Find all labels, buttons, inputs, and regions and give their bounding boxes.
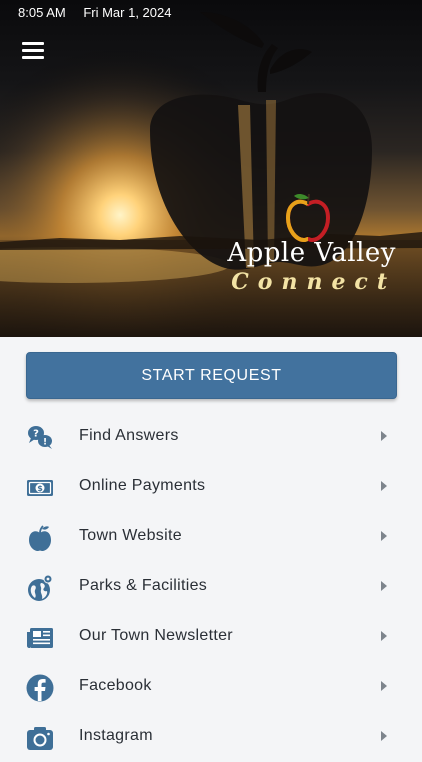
brand-line-2: Connect [231,269,396,295]
menu-item-label: Facebook [79,677,152,694]
menu-item-find-answers[interactable]: ? ! Find Answers [0,412,422,462]
menu-item-instagram[interactable]: Instagram [0,712,422,762]
apple-icon [29,525,51,551]
status-bar: 8:05 AM Fri Mar 1, 2024 [18,5,185,20]
menu-item-label: Town Website [79,527,182,544]
brand-wordmark: Apple Valley Connect [216,198,396,296]
chevron-right-icon [381,531,387,541]
start-request-button[interactable]: START REQUEST [26,352,397,399]
globe-pin-icon [28,574,53,601]
hero-banner: 8:05 AM Fri Mar 1, 2024 Apple Valley Con… [0,0,422,337]
brand-line-1: Apple Valley [227,238,396,268]
menu-item-online-payments[interactable]: $ Online Payments [0,462,422,512]
chevron-right-icon [381,631,387,641]
facebook-icon [26,674,54,702]
svg-text:!: ! [43,438,47,448]
menu-item-label: Our Town Newsletter [79,627,233,644]
svg-text:?: ? [33,429,39,440]
menu-item-parks-facilities[interactable]: Parks & Facilities [0,562,422,612]
newspaper-icon [27,628,53,648]
menu-list: ? ! Find Answers $ Online Payments Town … [0,412,422,762]
menu-item-facebook[interactable]: Facebook [0,662,422,712]
chevron-right-icon [381,731,387,741]
chevron-right-icon [381,431,387,441]
camera-icon [27,727,53,750]
status-date: Fri Mar 1, 2024 [83,5,172,20]
menu-item-newsletter[interactable]: Our Town Newsletter [0,612,422,662]
chevron-right-icon [381,481,387,491]
status-time: 8:05 AM [18,5,66,20]
svg-text:$: $ [37,484,43,493]
menu-item-label: Find Answers [79,427,179,444]
question-bubbles-icon: ? ! [28,426,52,449]
money-bill-icon: $ [27,480,53,496]
chevron-right-icon [381,581,387,591]
chevron-right-icon [381,681,387,691]
hamburger-menu-icon[interactable] [22,42,44,60]
menu-item-label: Parks & Facilities [79,577,208,594]
menu-item-town-website[interactable]: Town Website [0,512,422,562]
menu-item-label: Online Payments [79,477,206,494]
menu-item-label: Instagram [79,727,153,744]
